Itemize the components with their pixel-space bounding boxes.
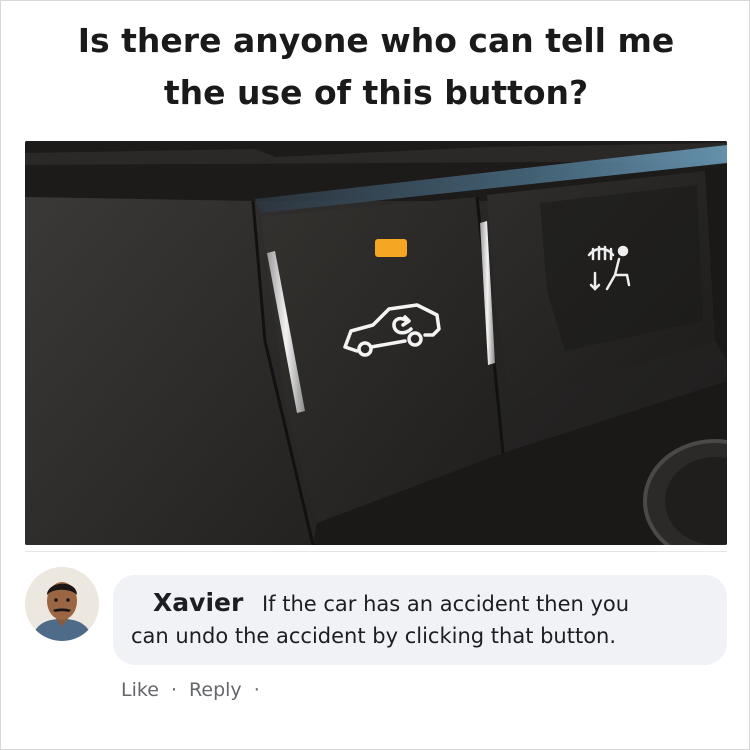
comment-bubble: Xavier If the car has an accident then y… bbox=[113, 575, 727, 665]
headline-line-2: the use of this button? bbox=[163, 73, 589, 112]
indicator-light bbox=[375, 239, 407, 257]
comment-text-line-2: can undo the accident by clicking that b… bbox=[131, 624, 617, 648]
comment-text-line-1: If the car has an accident then you bbox=[261, 592, 630, 616]
meme-frame: Is there anyone who can tell me the use … bbox=[0, 0, 750, 750]
comment-author[interactable]: Xavier bbox=[153, 588, 243, 617]
post-headline: Is there anyone who can tell me the use … bbox=[11, 15, 741, 119]
headline-line-1: Is there anyone who can tell me bbox=[77, 21, 675, 60]
reply-link[interactable]: Reply bbox=[189, 679, 242, 701]
profile-photo bbox=[25, 567, 99, 641]
comment-actions: Like · Reply · bbox=[121, 679, 266, 701]
like-link[interactable]: Like bbox=[121, 679, 159, 701]
action-separator: · bbox=[170, 679, 177, 701]
car-button-photo bbox=[25, 141, 727, 545]
comment-divider bbox=[25, 551, 727, 552]
dashboard-illustration bbox=[25, 141, 727, 545]
avatar[interactable] bbox=[25, 567, 99, 641]
comment-line-2: can undo the accident by clicking that b… bbox=[131, 620, 711, 652]
comment-line-1: Xavier If the car has an accident then y… bbox=[131, 587, 711, 620]
action-separator-trailing: · bbox=[253, 679, 260, 701]
